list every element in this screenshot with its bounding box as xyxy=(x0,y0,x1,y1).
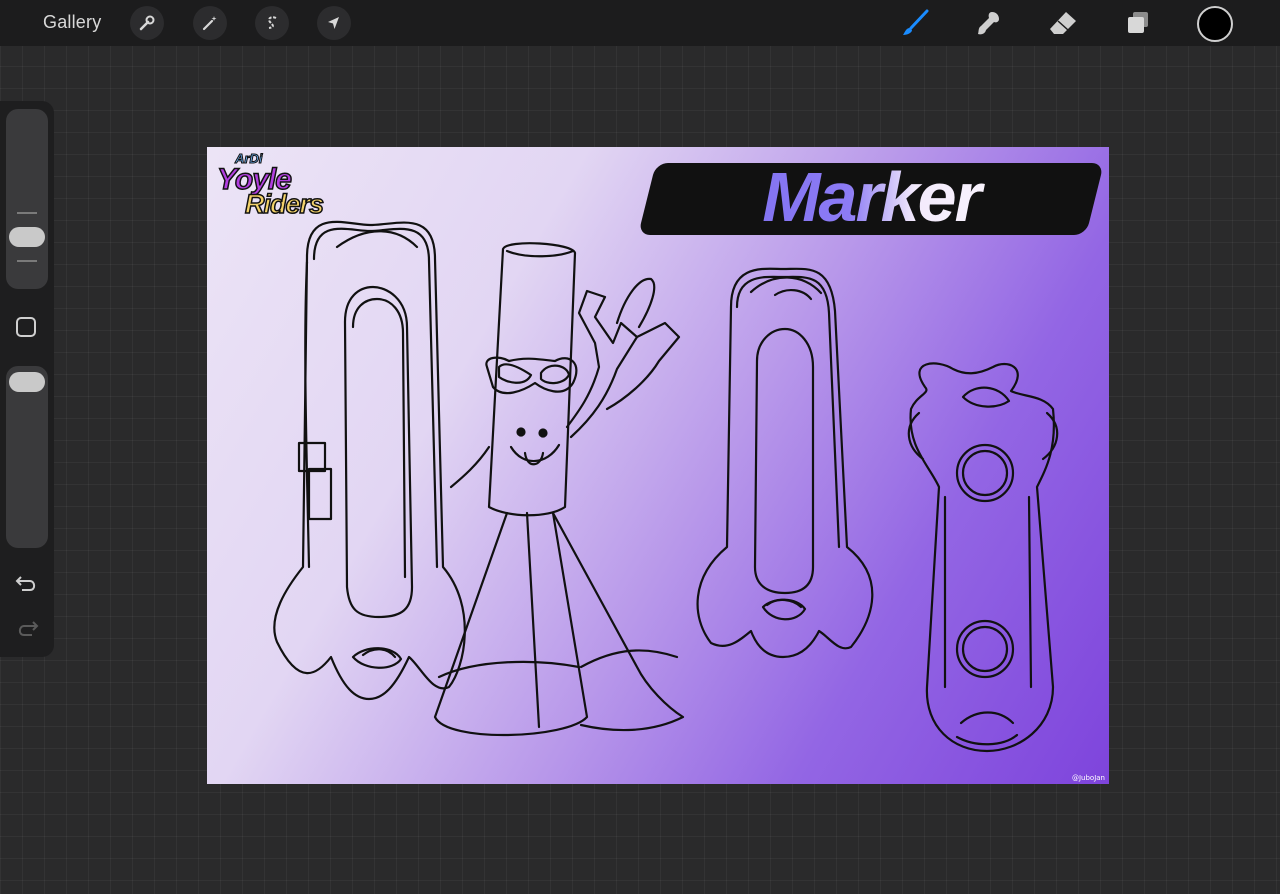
drawing-canvas[interactable]: ArDi Yoyle Riders Marker @JuboJan xyxy=(207,147,1109,784)
redo-icon[interactable] xyxy=(15,618,39,640)
board-sketch-left xyxy=(273,220,466,701)
character-sketches xyxy=(273,220,1059,753)
brush-icon xyxy=(903,9,929,35)
gallery-button[interactable]: Gallery xyxy=(43,12,101,33)
undo-icon[interactable] xyxy=(15,573,39,595)
actions-button[interactable] xyxy=(130,6,164,40)
transform-button[interactable] xyxy=(317,6,351,40)
smudge-button[interactable] xyxy=(970,5,1006,41)
eraser-icon xyxy=(1050,12,1076,34)
brush-size-thumb[interactable] xyxy=(9,227,45,247)
artist-credit: @JuboJan xyxy=(1071,774,1105,782)
eraser-button[interactable] xyxy=(1045,5,1081,41)
wrench-icon xyxy=(139,15,155,31)
brush-size-slider[interactable] xyxy=(6,109,48,289)
smudge-icon xyxy=(978,12,999,35)
magic-wand-icon xyxy=(202,16,217,31)
opacity-thumb[interactable] xyxy=(9,372,45,392)
brush-button[interactable] xyxy=(897,5,933,41)
arrow-cursor-icon xyxy=(328,17,339,29)
marker-character-sketch xyxy=(433,242,685,737)
board-sketch-right xyxy=(907,362,1059,753)
layers-button[interactable] xyxy=(1120,5,1156,41)
slider-tick xyxy=(17,212,37,214)
board-sketch-middle xyxy=(696,267,874,659)
top-toolbar: Gallery xyxy=(0,0,1280,46)
selection-s-icon xyxy=(268,16,277,29)
color-picker-button[interactable] xyxy=(1197,6,1233,42)
left-sidebar xyxy=(0,101,54,657)
adjustments-button[interactable] xyxy=(193,6,227,40)
layers-icon xyxy=(1128,12,1148,33)
modify-square-button[interactable] xyxy=(16,317,36,337)
opacity-slider[interactable] xyxy=(6,366,48,548)
slider-tick xyxy=(17,260,37,262)
selection-button[interactable] xyxy=(255,6,289,40)
